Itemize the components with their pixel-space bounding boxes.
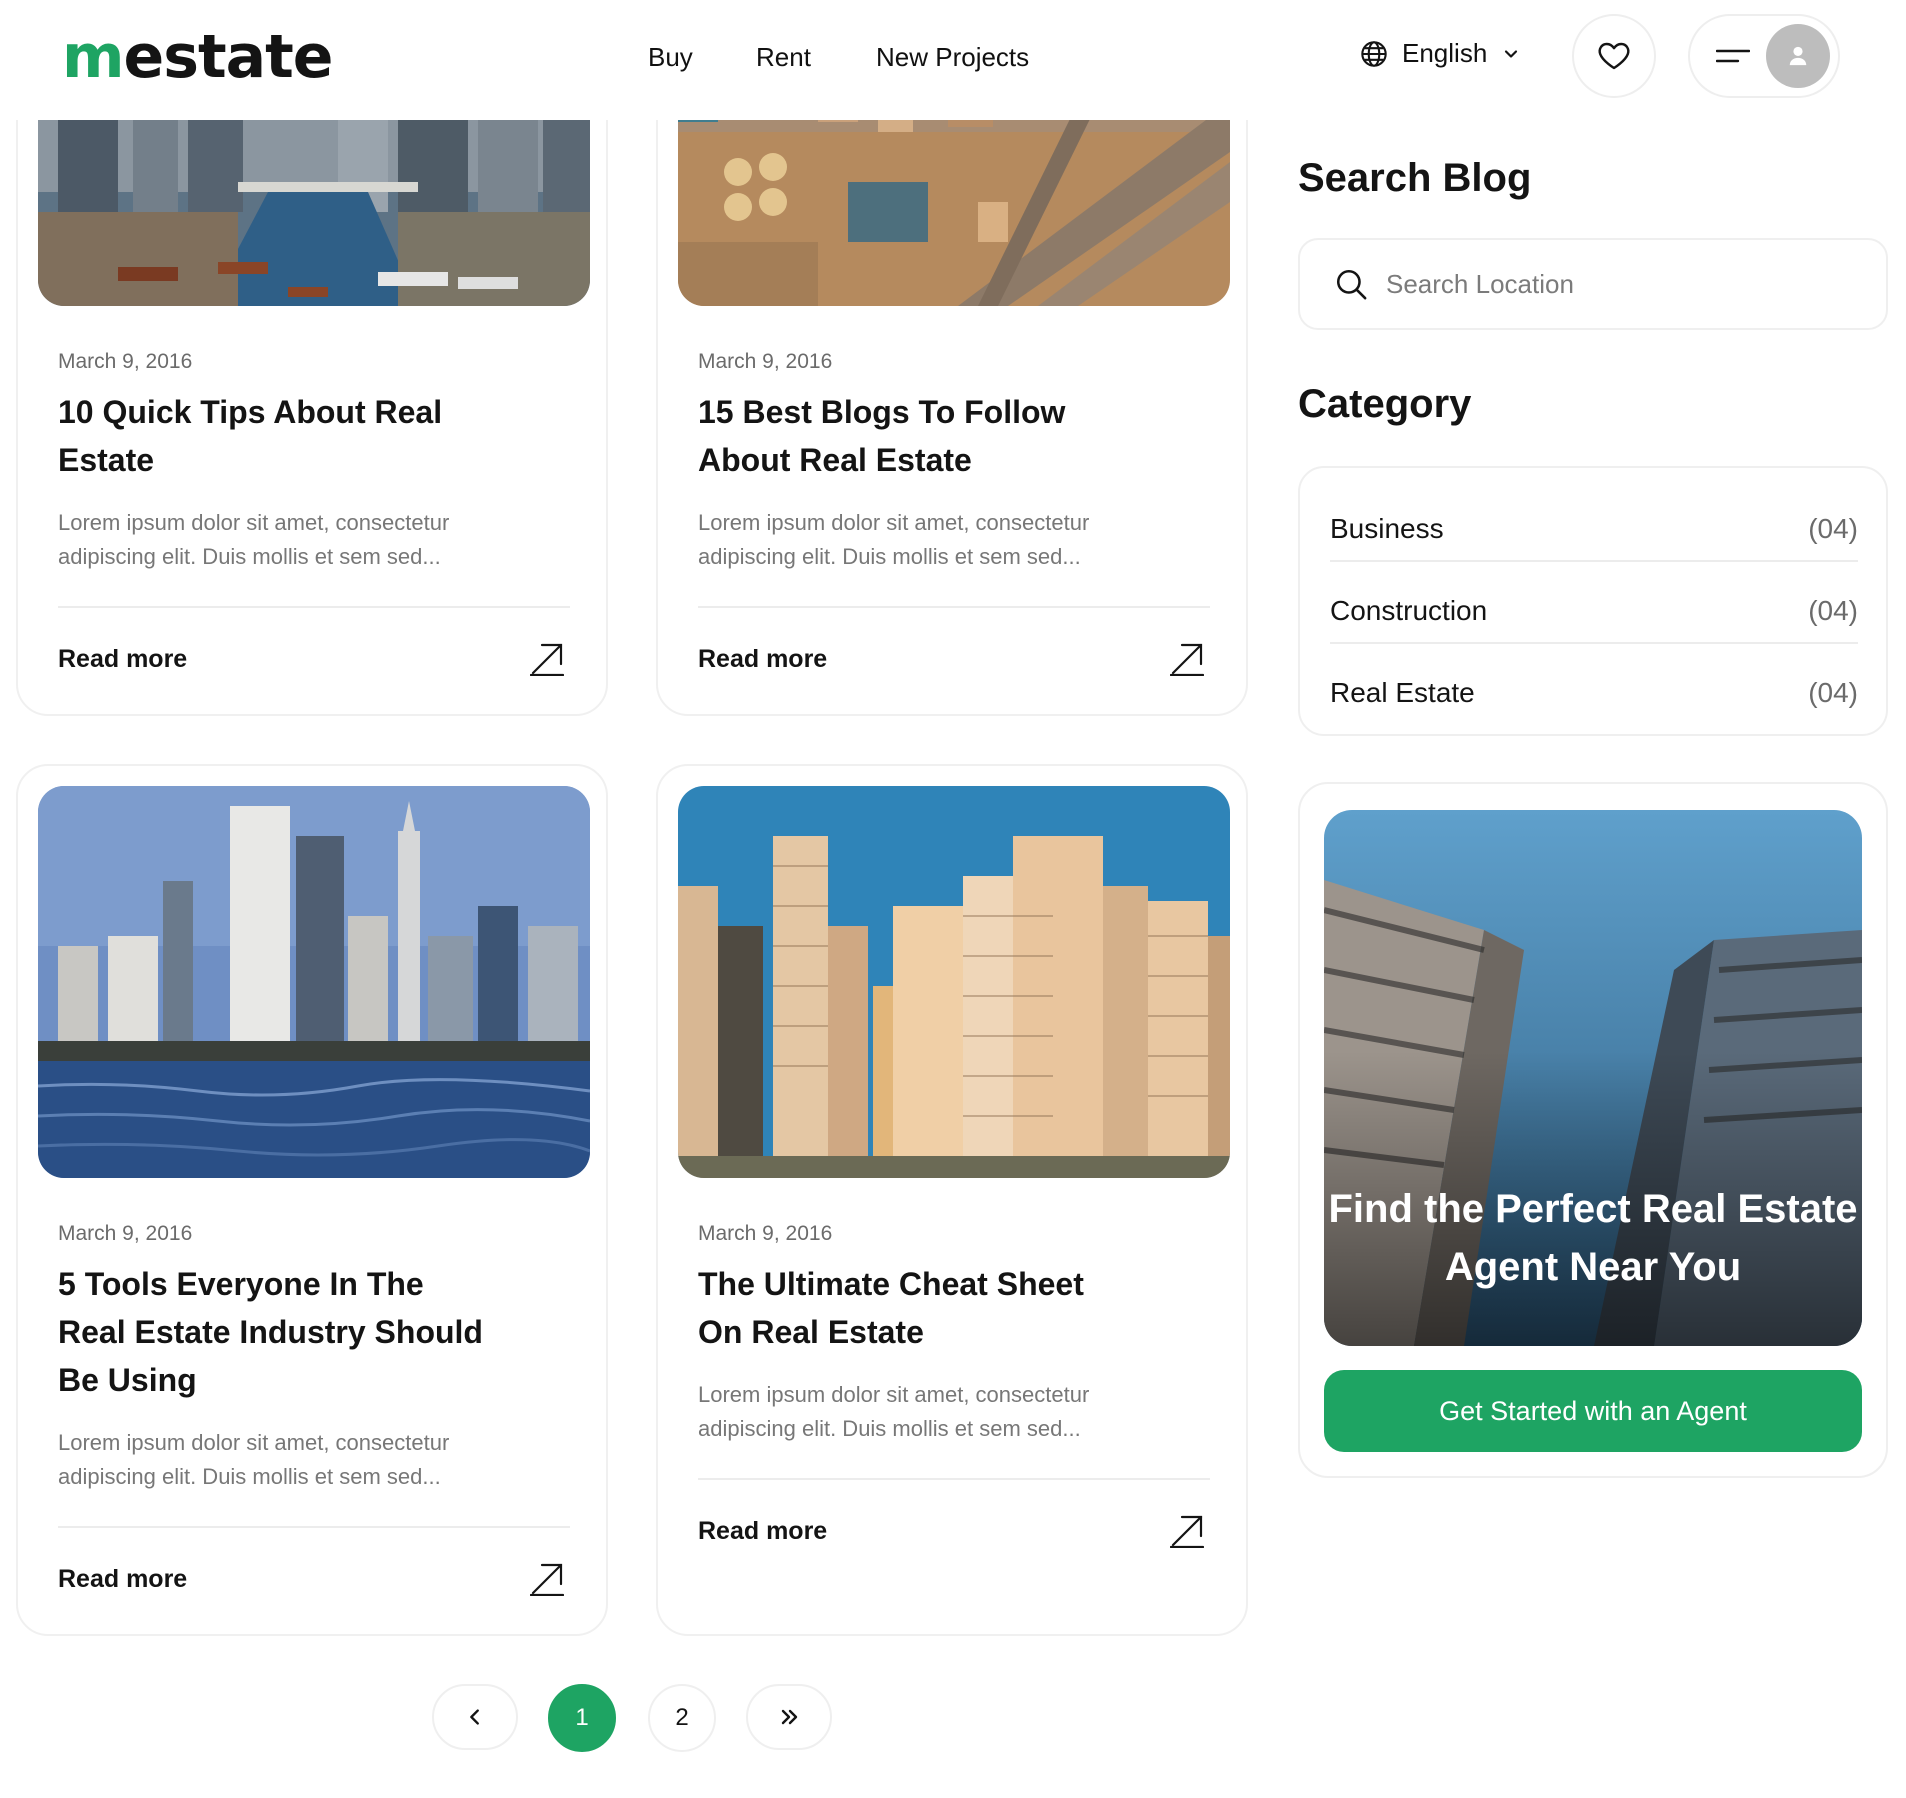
globe-icon xyxy=(1361,40,1387,67)
category-label: Real Estate xyxy=(1330,677,1475,708)
agent-promo: Find the Perfect Real Estate Agent Near … xyxy=(1298,782,1888,1478)
post-date: March 9, 2016 xyxy=(58,1222,193,1245)
divider xyxy=(58,606,570,608)
favorites-button[interactable] xyxy=(1572,14,1656,98)
blog-card: March 9, 2016 10 Quick Tips About Real E… xyxy=(16,60,608,716)
category-count: (04) xyxy=(1808,513,1858,544)
divider xyxy=(58,1526,570,1528)
avatar xyxy=(1766,24,1830,88)
promo-title: Find the Perfect Real Estate Agent Near … xyxy=(1328,1187,1858,1289)
read-more-link[interactable]: Read more xyxy=(698,645,827,674)
category-label: Business xyxy=(1330,513,1444,544)
post-title[interactable]: The Ultimate Cheat Sheet On Real Estate xyxy=(698,1260,1128,1356)
arrow-up-right-icon[interactable] xyxy=(1170,642,1204,676)
post-title[interactable]: 15 Best Blogs To Follow About Real Estat… xyxy=(698,388,1128,484)
post-image[interactable] xyxy=(678,786,1230,1178)
arrow-up-right-icon[interactable] xyxy=(530,642,564,676)
nav-rent[interactable]: Rent xyxy=(756,42,811,73)
get-started-button[interactable]: Get Started with an Agent xyxy=(1324,1370,1862,1452)
search-blog-heading: Search Blog xyxy=(1298,156,1532,200)
category-heading: Category xyxy=(1298,382,1472,426)
read-more-link[interactable]: Read more xyxy=(698,1517,827,1546)
arrow-up-right-icon[interactable] xyxy=(1170,1514,1204,1548)
logo-text: estate xyxy=(123,22,334,92)
next-page-button[interactable] xyxy=(746,1684,832,1750)
post-excerpt: Lorem ipsum dolor sit amet, consectetur … xyxy=(58,510,450,569)
language-selector[interactable]: English xyxy=(1360,38,1521,69)
read-more-link[interactable]: Read more xyxy=(58,1565,187,1594)
read-more-link[interactable]: Read more xyxy=(58,645,187,674)
divider xyxy=(1330,642,1858,644)
post-title[interactable]: 5 Tools Everyone In The Real Estate Indu… xyxy=(58,1260,488,1404)
category-item-real-estate[interactable]: Real Estate (04) xyxy=(1330,652,1858,734)
double-chevron-right-icon xyxy=(781,1709,798,1725)
nav-buy[interactable]: Buy xyxy=(648,42,693,73)
post-date: March 9, 2016 xyxy=(698,350,833,373)
post-title[interactable]: 10 Quick Tips About Real Estate xyxy=(58,388,488,484)
promo-image: Find the Perfect Real Estate Agent Near … xyxy=(1324,810,1862,1346)
heart-icon xyxy=(1598,42,1630,70)
category-list: Business (04) Construction (04) Real Est… xyxy=(1298,466,1888,736)
account-menu-button[interactable] xyxy=(1688,14,1840,98)
divider xyxy=(698,1478,1210,1480)
post-excerpt: Lorem ipsum dolor sit amet, consectetur … xyxy=(698,510,1090,569)
nav-new-projects[interactable]: New Projects xyxy=(876,42,1029,73)
arrow-up-right-icon[interactable] xyxy=(530,1562,564,1596)
search-input[interactable] xyxy=(1386,268,1866,300)
category-count: (04) xyxy=(1808,677,1858,708)
menu-icon xyxy=(1716,49,1750,63)
chevron-down-icon xyxy=(1505,49,1518,58)
logo-m: m xyxy=(62,22,125,92)
post-image[interactable] xyxy=(38,786,590,1178)
category-count: (04) xyxy=(1808,595,1858,626)
post-date: March 9, 2016 xyxy=(698,1222,833,1245)
category-item-business[interactable]: Business (04) xyxy=(1330,488,1858,570)
search-field[interactable] xyxy=(1298,238,1888,330)
blog-card: March 9, 2016 The Ultimate Cheat Sheet O… xyxy=(656,764,1248,1636)
site-header: mestate Buy Rent New Projects English xyxy=(0,0,1906,120)
page-2-button[interactable]: 2 xyxy=(648,1684,716,1752)
chevron-left-icon xyxy=(470,1709,479,1725)
category-item-construction[interactable]: Construction (04) xyxy=(1330,570,1858,652)
prev-page-button[interactable] xyxy=(432,1684,518,1750)
divider xyxy=(698,606,1210,608)
logo[interactable]: mestate xyxy=(62,22,334,92)
post-excerpt: Lorem ipsum dolor sit amet, consectetur … xyxy=(698,1382,1090,1441)
blog-card: March 9, 2016 5 Tools Everyone In The Re… xyxy=(16,764,608,1636)
divider xyxy=(1330,560,1858,562)
language-label: English xyxy=(1402,38,1488,68)
search-icon xyxy=(1336,269,1367,300)
post-date: March 9, 2016 xyxy=(58,350,193,373)
waterfront-skyline-image xyxy=(38,786,590,1178)
high-rise-buildings-image xyxy=(678,786,1230,1178)
category-label: Construction xyxy=(1330,595,1488,626)
user-icon xyxy=(1789,46,1807,66)
post-excerpt: Lorem ipsum dolor sit amet, consectetur … xyxy=(58,1430,450,1489)
page-1-button[interactable]: 1 xyxy=(548,1684,616,1752)
blog-card: March 9, 2016 15 Best Blogs To Follow Ab… xyxy=(656,60,1248,716)
